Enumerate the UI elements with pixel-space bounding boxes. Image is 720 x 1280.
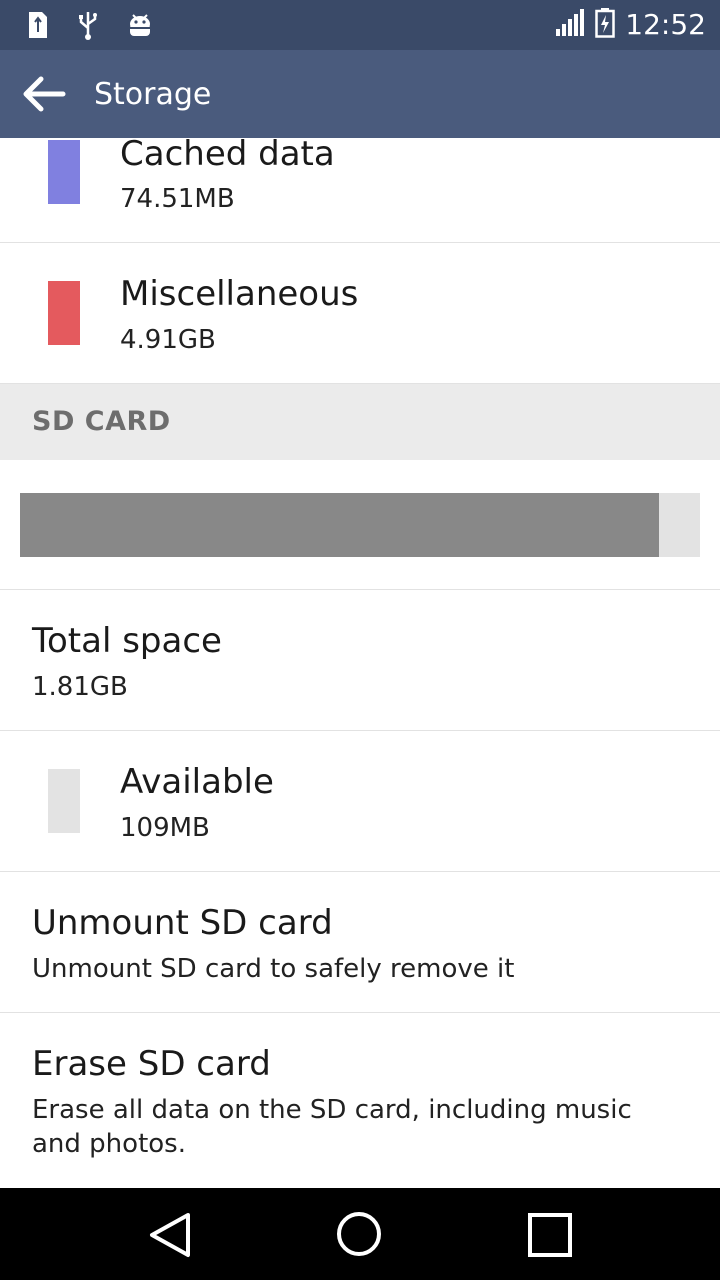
color-swatch — [48, 140, 80, 204]
section-header-sd-card: SD CARD — [0, 384, 720, 460]
storage-item-cached-data[interactable]: Cached data 74.51MB — [0, 134, 720, 243]
usb-icon — [76, 10, 100, 44]
total-space-label: Total space — [32, 621, 222, 661]
storage-item-available[interactable]: Available 109MB — [0, 731, 720, 872]
navigation-bar — [0, 1188, 720, 1280]
storage-item-miscellaneous[interactable]: Miscellaneous 4.91GB — [0, 243, 720, 384]
back-arrow-icon[interactable] — [22, 76, 66, 112]
item-value: 109MB — [120, 813, 210, 843]
sd-card-icon — [26, 10, 50, 44]
item-label: Cached data — [120, 134, 335, 174]
signal-icon — [555, 9, 585, 41]
erase-label: Erase SD card — [32, 1044, 271, 1084]
unmount-label: Unmount SD card — [32, 903, 333, 943]
erase-description: Erase all data on the SD card, including… — [32, 1095, 632, 1159]
unmount-description: Unmount SD card to safely remove it — [32, 954, 515, 984]
battery-charging-icon — [595, 8, 616, 42]
android-debug-icon — [126, 10, 154, 44]
status-bar: 12:52 — [0, 0, 720, 50]
color-swatch — [48, 281, 80, 345]
total-space-value: 1.81GB — [32, 672, 128, 702]
section-title: SD CARD — [32, 406, 171, 437]
app-bar: Storage — [0, 50, 720, 138]
total-space-row: Total space 1.81GB — [0, 590, 720, 731]
page-title: Storage — [94, 77, 212, 112]
erase-sd-card-item[interactable]: Erase SD card Erase all data on the SD c… — [0, 1013, 720, 1188]
item-value: 4.91GB — [120, 325, 216, 355]
back-triangle-icon[interactable] — [148, 1212, 192, 1262]
unmount-sd-card-item[interactable]: Unmount SD card Unmount SD card to safel… — [0, 872, 720, 1013]
color-swatch — [48, 769, 80, 833]
item-label: Miscellaneous — [120, 274, 359, 314]
usage-bar — [20, 493, 700, 557]
recents-square-icon[interactable] — [528, 1213, 572, 1261]
item-value: 74.51MB — [120, 184, 235, 214]
clock: 12:52 — [625, 8, 706, 41]
home-circle-icon[interactable] — [336, 1211, 382, 1261]
item-label: Available — [120, 762, 274, 802]
usage-bar-used — [20, 493, 660, 557]
